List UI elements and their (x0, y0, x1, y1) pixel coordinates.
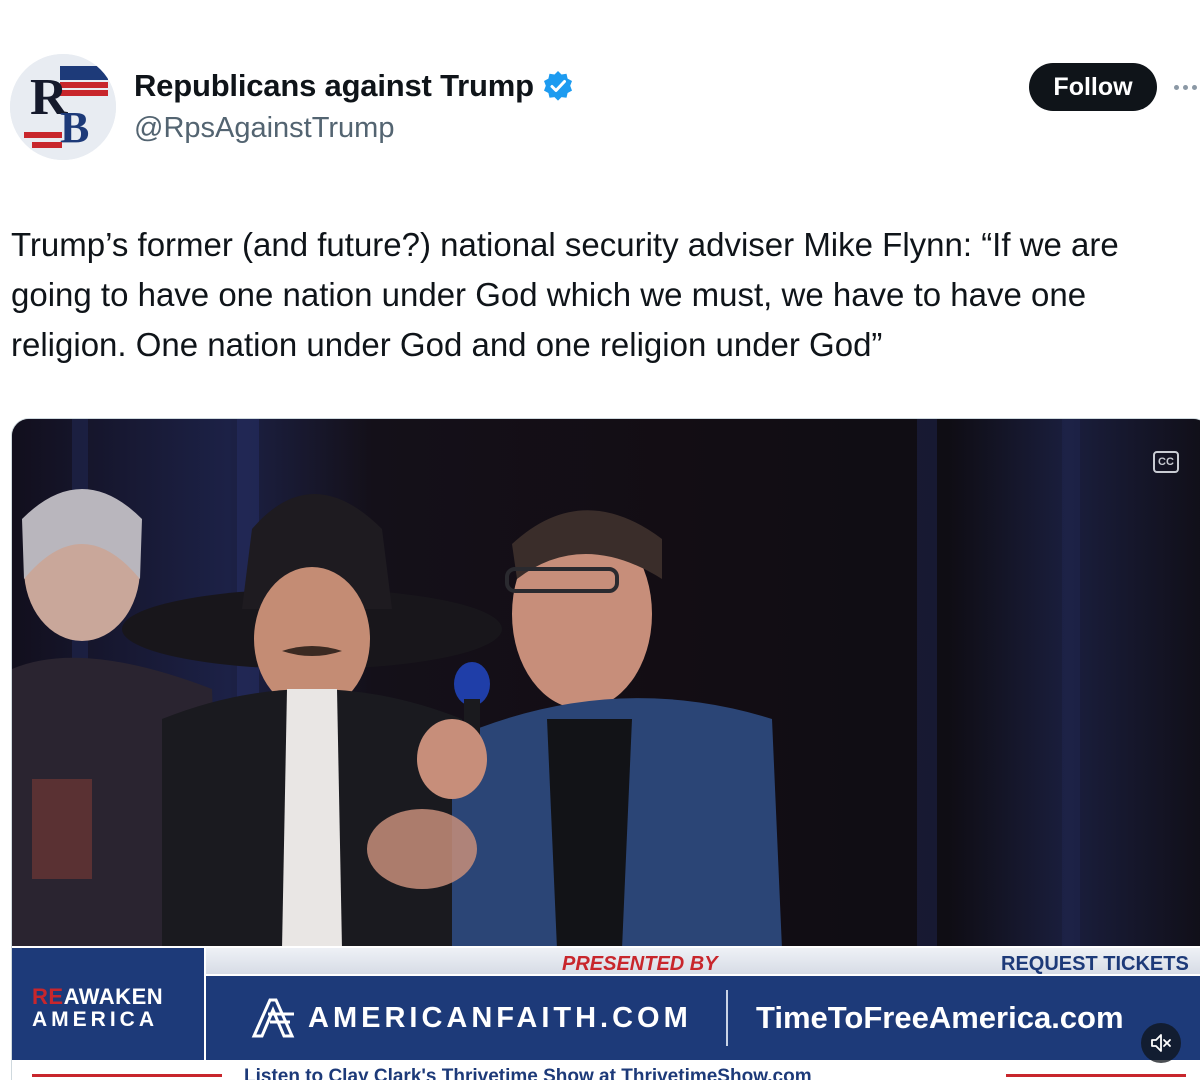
more-dot (1174, 84, 1179, 90)
more-dot (1183, 84, 1188, 90)
brand-box: REAWAKEN AMERICA (12, 948, 204, 1060)
ticker-text: Listen to Clay Clark's Thrivetime Show a… (244, 1066, 812, 1080)
video-player[interactable]: CC REAWAKEN AMERICA PRESENTED BY REQUEST… (11, 418, 1200, 1080)
brand-line1: REAWAKEN (32, 984, 163, 1010)
tweet-text: Trump’s former (and future?) national se… (11, 226, 1119, 363)
lower-third-banner: REAWAKEN AMERICA PRESENTED BY REQUEST TI… (12, 946, 1200, 1080)
verified-badge-icon (543, 71, 572, 101)
ticker-rule-left (32, 1074, 222, 1077)
brand-word: AWAKEN (63, 984, 164, 1009)
url-divider (726, 990, 728, 1046)
ticker-rule-right (1006, 1074, 1186, 1077)
video-frame (12, 419, 1200, 949)
author-name-row[interactable]: Republicans against Trump (134, 68, 574, 104)
presented-by-label: PRESENTED BY (562, 953, 718, 975)
svg-text:B: B (60, 103, 89, 152)
more-dot (1192, 84, 1197, 90)
site-americanfaith: AMERICANFAITH.COM (308, 1002, 692, 1034)
captions-icon[interactable]: CC (1153, 451, 1179, 473)
header-strip: PRESENTED BY REQUEST TICKETS AT: (206, 948, 1200, 998)
avatar[interactable]: R B (10, 54, 116, 160)
more-icon[interactable] (1174, 79, 1200, 95)
speaker-muted-icon (1151, 1034, 1171, 1052)
author-display-name[interactable]: Republicans against Trump (134, 68, 534, 104)
american-faith-logo-icon (251, 998, 295, 1038)
mute-icon[interactable] (1141, 1023, 1181, 1063)
follow-button[interactable]: Follow (1029, 63, 1157, 111)
brand-line2: AMERICA (32, 1008, 158, 1031)
brand-prefix: RE (32, 984, 64, 1009)
ticker: Listen to Clay Clark's Thrivetime Show a… (12, 1062, 1200, 1080)
site-timetofreeamerica: TimeToFreeAmerica.com (756, 1000, 1124, 1035)
author-handle[interactable]: @RpsAgainstTrump (134, 112, 394, 145)
rb-logo-icon: R B (10, 54, 116, 160)
